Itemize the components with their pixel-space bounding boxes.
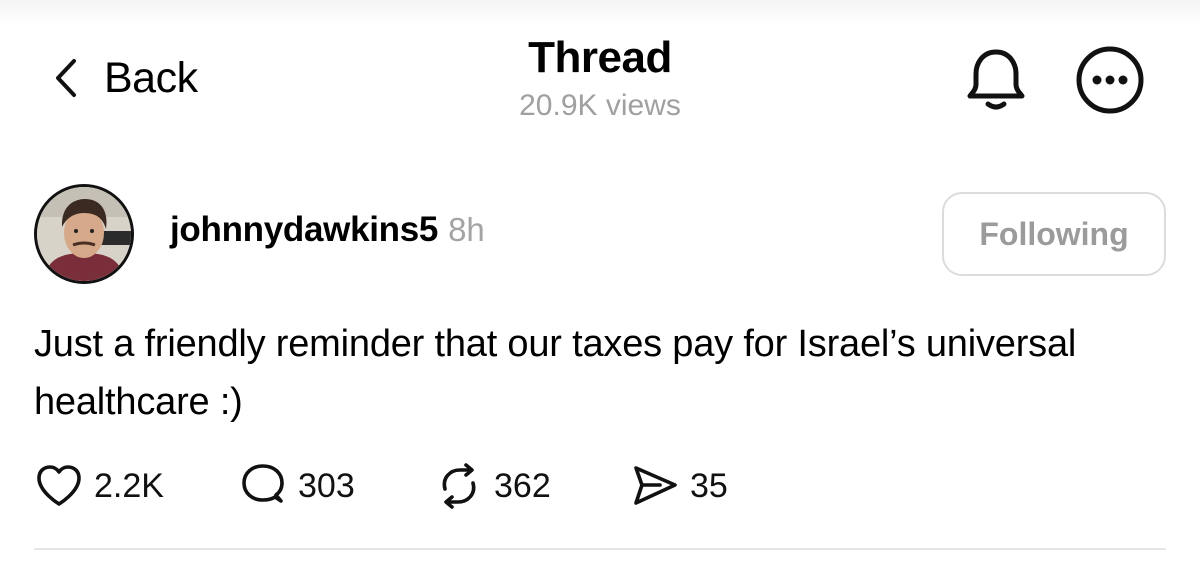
view-count: 20.9K views [519,89,681,122]
page-title: Thread [528,33,672,82]
bell-icon [967,49,1025,110]
repost-count: 362 [494,466,551,505]
username[interactable]: johnnydawkins5 [170,210,438,250]
reply-button[interactable]: 303 [238,458,434,514]
like-button[interactable]: 2.2K [34,458,238,514]
header-title-block: Thread 20.9K views [400,30,800,126]
post-timestamp: 8h [448,211,485,248]
back-button[interactable]: Back [52,52,198,104]
following-button[interactable]: Following [942,192,1166,276]
send-icon [634,466,677,505]
divider [34,548,1166,550]
share-count: 35 [690,466,728,505]
thread-header: Back Thread 20.9K views [0,0,1200,140]
notifications-button[interactable] [962,44,1030,114]
share-button[interactable]: 35 [630,458,770,514]
more-options-icon [1076,46,1144,114]
profile-photo [37,187,131,281]
like-count: 2.2K [94,466,164,505]
more-options-button[interactable] [1074,44,1146,116]
post-author: johnnydawkins5 8h [170,210,485,260]
reply-count: 303 [298,466,355,505]
chevron-left-icon [56,59,76,97]
back-label: Back [104,53,198,102]
repost-icon [442,463,476,509]
post-actions: 2.2K 303 362 35 [34,458,770,514]
heart-icon [37,465,81,506]
post-text: Just a friendly reminder that our taxes … [34,323,1077,423]
avatar[interactable] [34,184,134,284]
thread-page: Back Thread 20.9K views johnnydawkins5 8… [0,0,1200,588]
comment-bubble-icon [242,464,284,503]
repost-button[interactable]: 362 [434,458,630,514]
